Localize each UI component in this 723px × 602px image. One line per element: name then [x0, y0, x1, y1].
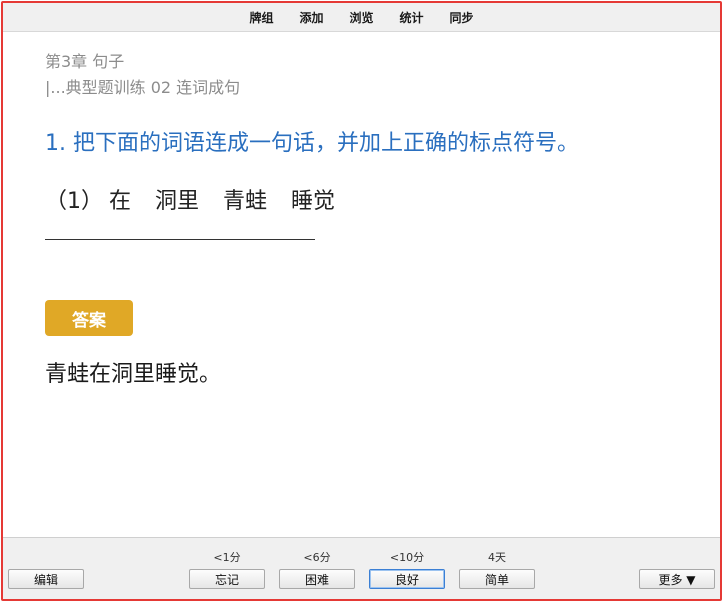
menu-sync[interactable]: 同步 — [450, 9, 474, 26]
word-item: 在 — [109, 189, 132, 214]
sub-question: （1） 在 洞里 青蛙 睡觉 — [45, 187, 685, 217]
top-menu-bar: 牌组 添加 浏览 统计 同步 — [3, 3, 720, 32]
answer-badge: 答案 — [45, 300, 133, 336]
interval-good: <10分 — [389, 551, 425, 564]
good-button[interactable]: 良好 — [369, 569, 445, 589]
bottom-toolbar: 编辑 <1分 忘记 <6分 困难 <10分 良好 4天 简单 更多 ▼ — [3, 537, 720, 599]
card-content: 第3章 句子 |...典型题训练 02 连词成句 1. 把下面的词语连成一句话，… — [45, 51, 685, 390]
menu-add[interactable]: 添加 — [299, 9, 323, 26]
menu-browse[interactable]: 浏览 — [349, 9, 373, 26]
word-item: 青蛙 — [223, 189, 268, 214]
word-item: 睡觉 — [291, 189, 336, 214]
menu-decks[interactable]: 牌组 — [249, 9, 273, 26]
chapter-title: 第3章 句子 — [45, 52, 125, 71]
easy-button[interactable]: 简单 — [459, 569, 535, 589]
interval-again: <1分 — [213, 551, 241, 564]
sub-question-number: （1） — [45, 189, 103, 214]
menu-stats[interactable]: 统计 — [400, 9, 424, 26]
answer-blank-line — [45, 239, 315, 240]
again-button[interactable]: 忘记 — [189, 569, 265, 589]
answer-text: 青蛙在洞里睡觉。 — [45, 362, 222, 387]
app-window: 牌组 添加 浏览 统计 同步 第3章 句子 |...典型题训练 02 连词成句 … — [1, 1, 722, 601]
more-button[interactable]: 更多 ▼ — [639, 569, 715, 589]
word-item: 洞里 — [155, 189, 200, 214]
question-text: 1. 把下面的词语连成一句话，并加上正确的标点符号。 — [45, 131, 579, 156]
hard-button[interactable]: 困难 — [279, 569, 355, 589]
edit-button[interactable]: 编辑 — [8, 569, 84, 589]
subsection-title: |...典型题训练 02 连词成句 — [45, 78, 241, 97]
interval-hard: <6分 — [303, 551, 331, 564]
interval-easy: 4天 — [488, 551, 506, 564]
